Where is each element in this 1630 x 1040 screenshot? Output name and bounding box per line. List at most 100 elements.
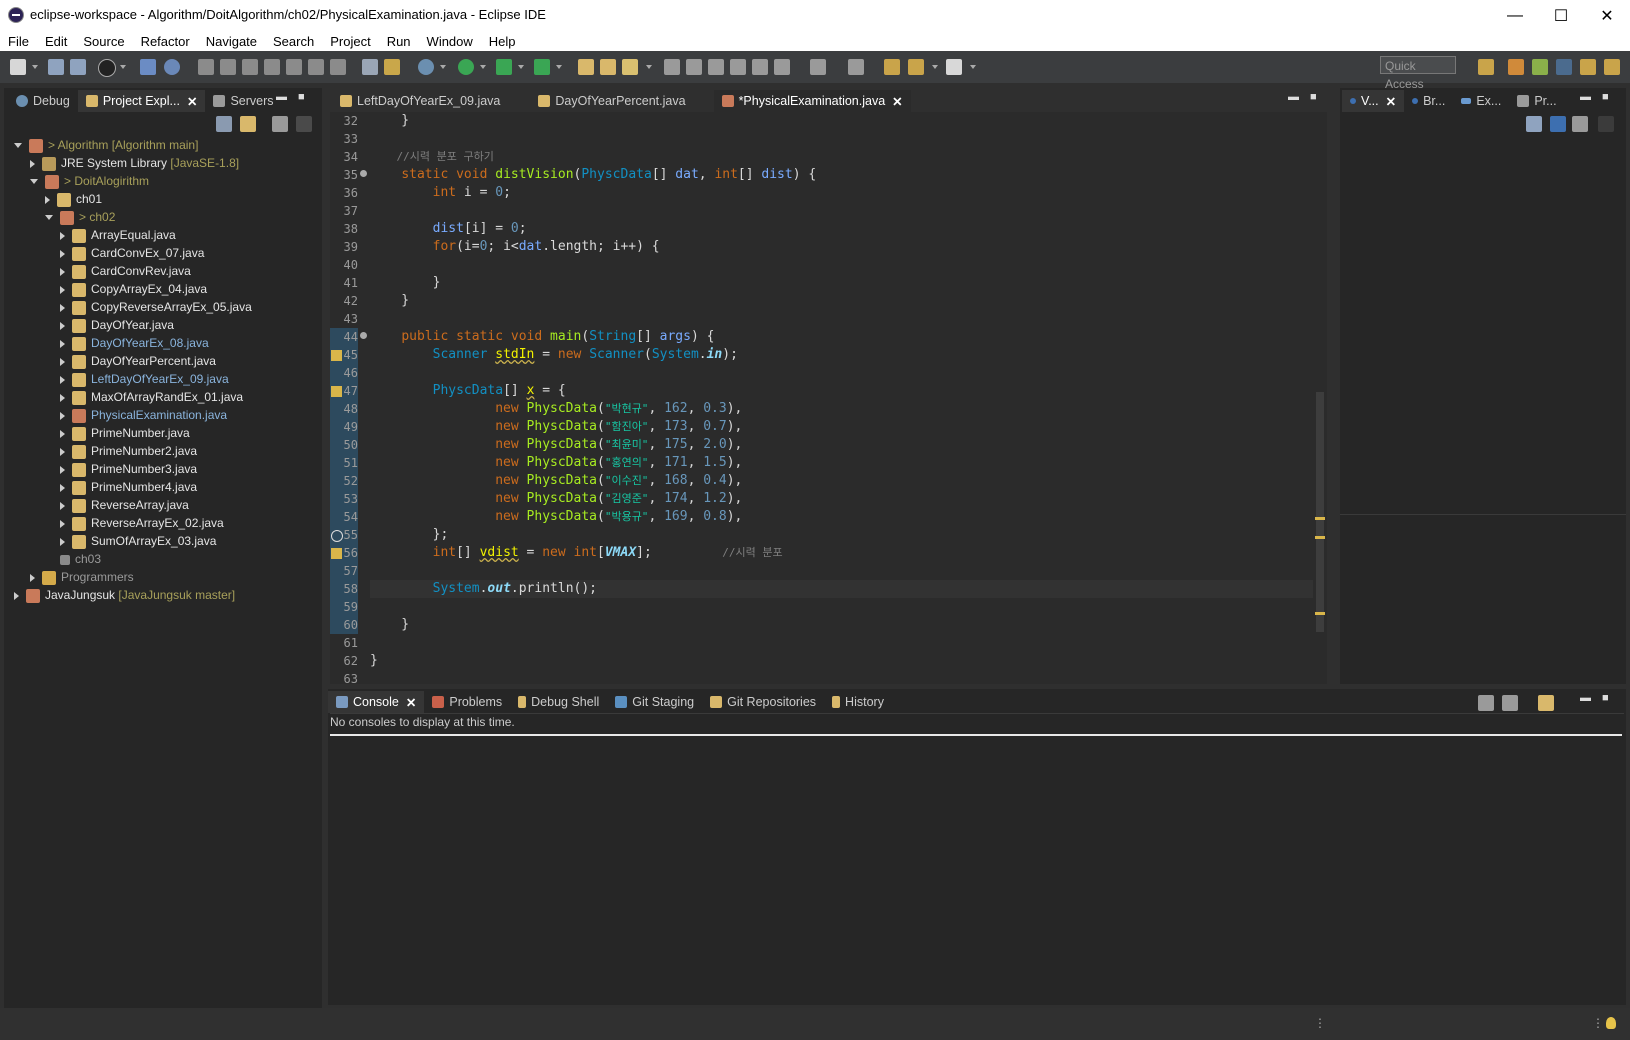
external-tools-icon[interactable] <box>534 59 550 75</box>
tab-console[interactable]: Console ✕ <box>328 691 425 713</box>
maximize-editor-icon[interactable]: ■ <box>1310 91 1317 103</box>
maximize-button[interactable]: ☐ <box>1538 0 1584 31</box>
coverage-dropdown-icon[interactable] <box>518 65 524 69</box>
tab-project-explorer[interactable]: Project Expl... ✕ <box>77 90 206 112</box>
open-console-icon[interactable] <box>1538 695 1554 711</box>
open-perspective-icon[interactable] <box>1478 59 1494 75</box>
tree-item-file[interactable]: ReverseArray.java <box>60 496 189 514</box>
tree-item-file[interactable]: CopyReverseArrayEx_05.java <box>60 298 252 316</box>
back-dropdown-icon[interactable] <box>932 65 938 69</box>
tree-item-file[interactable]: CardConvEx_07.java <box>60 244 204 262</box>
tree-item-file[interactable]: PrimeNumber4.java <box>60 478 197 496</box>
tab-problems-view[interactable]: Pr... <box>1509 90 1564 112</box>
tab-history[interactable]: History <box>824 691 892 713</box>
tree-item-file[interactable]: DayOfYear.java <box>60 316 174 334</box>
close-tab-icon[interactable]: ✕ <box>187 94 197 109</box>
build-icon[interactable] <box>384 59 400 75</box>
back-icon[interactable] <box>908 59 924 75</box>
tab-expressions[interactable]: Ex... <box>1453 90 1509 112</box>
maximize-view-icon[interactable]: ■ <box>1602 91 1609 103</box>
view-menu-icon[interactable] <box>1598 116 1614 132</box>
java-browsing-perspective-icon[interactable] <box>1604 59 1620 75</box>
forward-dropdown-icon[interactable] <box>970 65 976 69</box>
disconnect-icon[interactable] <box>264 59 280 75</box>
collapse-all-icon[interactable] <box>216 116 232 132</box>
debug-perspective-icon[interactable] <box>1556 59 1572 75</box>
tree-item-file[interactable]: DayOfYearPercent.java <box>60 352 216 370</box>
tree-item-ch02[interactable]: > ch02 <box>45 208 115 226</box>
close-tab-icon[interactable]: ✕ <box>1386 94 1396 109</box>
warning-icon[interactable] <box>331 350 342 361</box>
menu-source[interactable]: Source <box>75 34 132 49</box>
tree-item-file[interactable]: LeftDayOfYearEx_09.java <box>60 370 229 388</box>
close-tab-icon[interactable]: ✕ <box>892 94 902 109</box>
tree-item-ch03[interactable]: ch03 <box>60 550 101 568</box>
tab-debug-shell[interactable]: Debug Shell <box>510 691 607 713</box>
debug-dropdown-icon[interactable] <box>440 65 446 69</box>
tab-physicalexamination[interactable]: *PhysicalExamination.java ✕ <box>713 90 911 112</box>
menu-edit[interactable]: Edit <box>37 34 75 49</box>
block-select-icon[interactable] <box>730 59 746 75</box>
minimize-view-icon[interactable]: ▬ <box>1580 692 1591 704</box>
pin-console-icon[interactable] <box>1502 695 1518 711</box>
minimize-view-icon[interactable]: ▬ <box>1580 91 1591 103</box>
view-menu-icon[interactable] <box>296 116 312 132</box>
step-over-icon[interactable] <box>308 59 324 75</box>
suspend-icon[interactable] <box>220 59 236 75</box>
overview-warning-marker[interactable] <box>1315 517 1325 520</box>
filter-icon[interactable] <box>272 116 288 132</box>
prev-annotation-icon[interactable] <box>848 59 864 75</box>
step-into-icon[interactable] <box>286 59 302 75</box>
resume-icon[interactable] <box>198 59 214 75</box>
tree-item-javajungsuk[interactable]: JavaJungsuk [JavaJungsuk master] <box>14 586 235 604</box>
menu-window[interactable]: Window <box>419 34 481 49</box>
open-type-icon[interactable] <box>578 59 594 75</box>
tree-item-file[interactable]: ArrayEqual.java <box>60 226 176 244</box>
pen-icon[interactable] <box>686 59 702 75</box>
menu-search[interactable]: Search <box>265 34 322 49</box>
open-task-icon[interactable] <box>600 59 616 75</box>
minimize-editor-icon[interactable]: ▬ <box>1288 91 1299 103</box>
tab-variables[interactable]: V... ✕ <box>1342 90 1405 112</box>
outline-icon[interactable] <box>362 59 378 75</box>
new-icon[interactable] <box>10 59 26 75</box>
tree-item-algorithm[interactable]: > Algorithm [Algorithm main] <box>14 136 198 154</box>
save-all-icon[interactable] <box>70 59 86 75</box>
last-edit-icon[interactable] <box>884 59 900 75</box>
overview-warning-marker[interactable] <box>1315 536 1325 539</box>
tab-git-repositories[interactable]: Git Repositories <box>702 691 824 713</box>
tip-lightbulb-icon[interactable] <box>1606 1017 1616 1029</box>
scrollbar-thumb[interactable] <box>1316 392 1324 632</box>
maximize-view-icon[interactable]: ■ <box>298 91 305 103</box>
warning-icon[interactable] <box>331 386 342 397</box>
annotation-icon[interactable] <box>664 59 680 75</box>
toggle-icon[interactable] <box>140 59 156 75</box>
status-trim-handle[interactable]: ⋮ <box>1314 1016 1326 1030</box>
maximize-view-icon[interactable]: ■ <box>1602 692 1609 704</box>
tree-item-file[interactable]: CopyArrayEx_04.java <box>60 280 207 298</box>
code-editor[interactable]: 32 33 34 35 36 37 38 39 40 41 42 43 44 4… <box>330 112 1327 684</box>
run-icon[interactable] <box>458 59 474 75</box>
external-dropdown-icon[interactable] <box>556 65 562 69</box>
whitespace-icon[interactable] <box>774 59 790 75</box>
skip-breakpoints-icon[interactable] <box>164 59 180 75</box>
mylyn-dropdown-icon[interactable] <box>120 65 126 69</box>
close-tab-icon[interactable]: ✕ <box>406 695 416 710</box>
java-ee-perspective-icon[interactable] <box>1508 59 1524 75</box>
new-dropdown-icon[interactable] <box>32 65 38 69</box>
tree-item-doitalgorithm[interactable]: > DoitAlogirithm <box>30 172 149 190</box>
menu-run[interactable]: Run <box>379 34 419 49</box>
search-icon[interactable] <box>622 59 638 75</box>
menu-navigate[interactable]: Navigate <box>198 34 265 49</box>
close-button[interactable]: ✕ <box>1584 0 1630 31</box>
status-trim-handle[interactable]: ⋮ <box>1592 1016 1604 1030</box>
warning-icon[interactable] <box>331 548 342 559</box>
link-with-editor-icon[interactable] <box>240 116 256 132</box>
display-console-icon[interactable] <box>1478 695 1494 711</box>
debug-icon[interactable] <box>418 59 434 75</box>
tree-item-file[interactable]: SumOfArrayEx_03.java <box>60 532 216 550</box>
mylyn-icon[interactable] <box>98 59 116 77</box>
vertical-scrollbar[interactable] <box>1313 112 1327 684</box>
tab-debug[interactable]: Debug <box>8 90 78 112</box>
tree-item-file[interactable]: PrimeNumber.java <box>60 424 190 442</box>
